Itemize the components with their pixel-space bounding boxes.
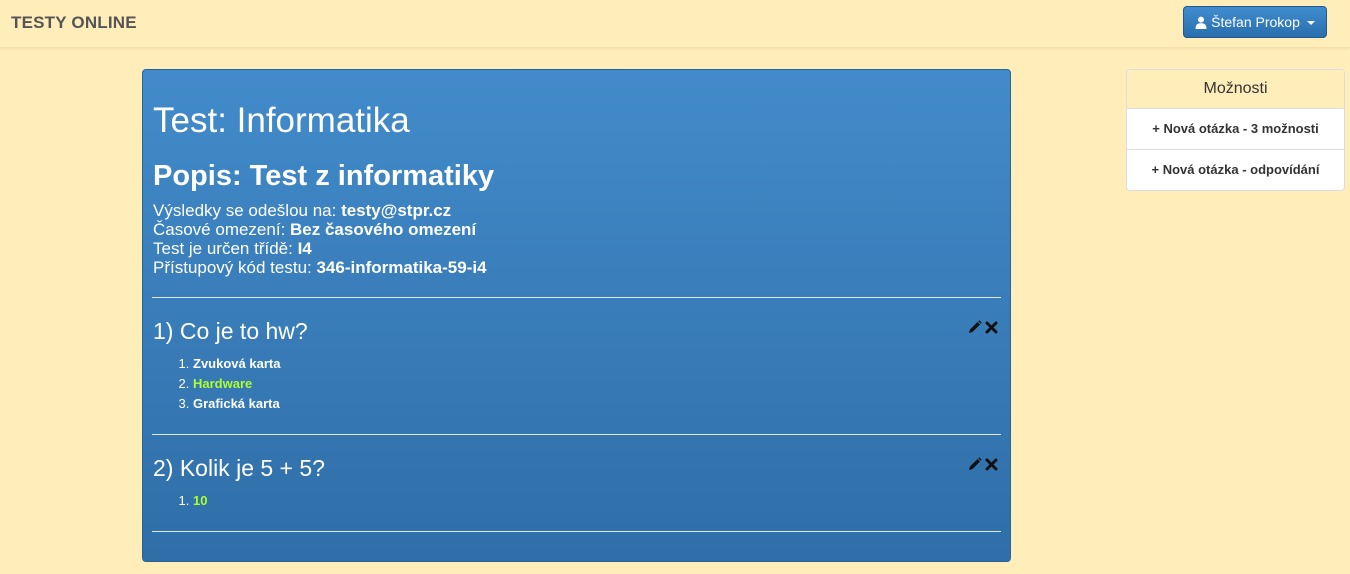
meta-class: Test je určen třídě: I4 [153, 239, 312, 258]
divider [152, 531, 1001, 532]
pencil-icon[interactable] [968, 457, 982, 476]
answer-list: 10 [153, 491, 207, 511]
close-icon[interactable] [985, 321, 998, 339]
navbar: TESTY ONLINE Štefan Prokop [0, 0, 1350, 48]
question-actions [968, 457, 998, 476]
answer-item: Grafická karta [193, 394, 280, 414]
answer-item-correct: 10 [193, 491, 207, 511]
divider [152, 297, 1001, 298]
meta-time-limit: Časové omezení: Bez časového omezení [153, 220, 477, 239]
user-menu-button[interactable]: Štefan Prokop [1183, 6, 1327, 38]
meta-access-code: Přístupový kód testu: 346-informatika-59… [153, 258, 487, 277]
test-description: Popis: Test z informatiky [153, 160, 495, 192]
answer-item-correct: Hardware [193, 374, 280, 394]
options-panel: Možnosti + Nová otázka - 3 možnosti + No… [1126, 69, 1345, 191]
question-title: 2) Kolik je 5 + 5? [153, 455, 325, 481]
new-question-open-button[interactable]: + Nová otázka - odpovídání [1127, 150, 1344, 190]
test-title: Test: Informatika [153, 101, 410, 140]
caret-down-icon [1306, 21, 1315, 25]
user-icon [1195, 16, 1207, 29]
question-title: 1) Co je to hw? [153, 318, 308, 344]
test-panel: Test: Informatika Popis: Test z informat… [142, 69, 1011, 562]
brand-title[interactable]: TESTY ONLINE [11, 13, 137, 33]
answer-list: Zvuková karta Hardware Grafická karta [153, 354, 280, 414]
close-icon[interactable] [985, 458, 998, 476]
divider [152, 434, 1001, 435]
meta-email: Výsledky se odešlou na: testy@stpr.cz [153, 201, 452, 220]
options-title: Možnosti [1127, 70, 1344, 109]
answer-item: Zvuková karta [193, 354, 280, 374]
user-name: Štefan Prokop [1211, 14, 1300, 30]
test-meta: Výsledky se odešlou na: testy@stpr.cz Ča… [153, 201, 487, 277]
pencil-icon[interactable] [968, 320, 982, 339]
question-actions [968, 320, 998, 339]
new-question-choice-button[interactable]: + Nová otázka - 3 možnosti [1127, 109, 1344, 150]
